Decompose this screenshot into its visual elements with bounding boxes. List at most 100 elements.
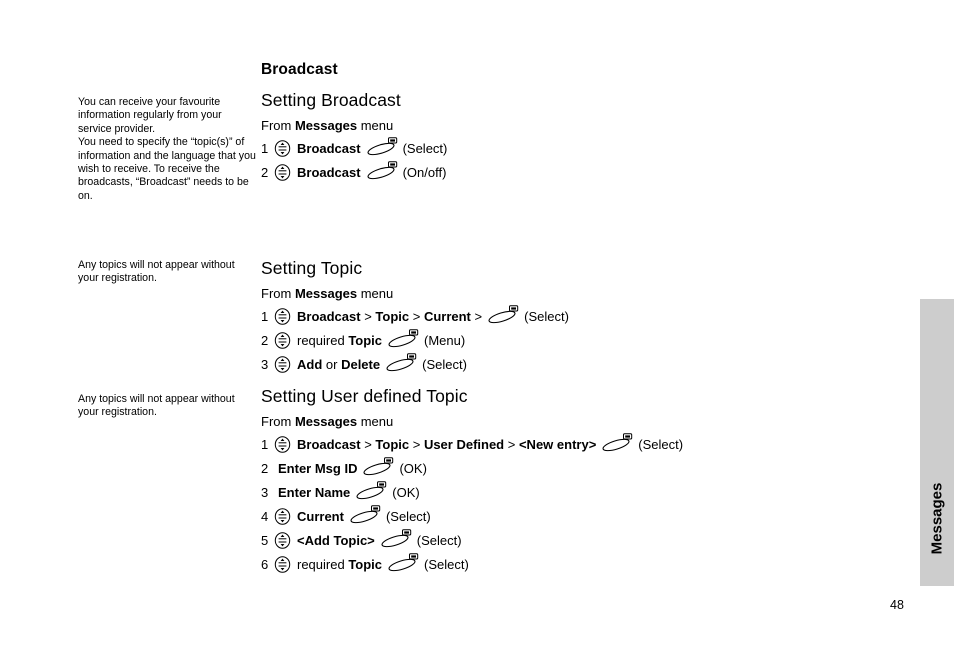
margin-note-paragraph: You can receive your favourite informati… xyxy=(78,96,222,135)
step-number: 1 xyxy=(261,140,269,156)
step-connector: > xyxy=(360,436,376,452)
section-heading: Setting Broadcast xyxy=(261,90,895,111)
menu-item-name: Broadcast xyxy=(297,140,361,156)
step-item: 3 Add or Delete (Select) xyxy=(261,352,901,376)
from-prefix: From xyxy=(261,118,295,133)
menu-item-name: Enter Name xyxy=(278,484,351,500)
soft-key-icon xyxy=(388,552,419,571)
from-suffix: menu xyxy=(357,286,394,301)
chapter-thumb-tab-rotator: Messages xyxy=(920,458,954,578)
step-connector: required xyxy=(297,332,349,348)
from-menu-name: Messages xyxy=(294,118,358,133)
menu-item-name: Topic xyxy=(348,556,383,572)
from-suffix: menu xyxy=(357,414,394,429)
soft-key-icon xyxy=(388,328,419,347)
step-item: 3 Enter Name (OK) xyxy=(261,480,901,504)
step-action-label: (Select) xyxy=(524,308,569,324)
navigation-key-icon xyxy=(274,435,291,453)
section-title: Setting Broadcast xyxy=(261,90,401,110)
from-prefix: From xyxy=(261,414,295,429)
step-label: Broadcast > Topic > User Defined > <New … xyxy=(297,437,596,452)
page-number: 48 xyxy=(890,598,904,612)
from-prefix: From xyxy=(261,286,295,301)
step-list: 1 Broadcast > Topic > Current > (Select) 2 r… xyxy=(261,304,901,376)
step-connector: > xyxy=(409,436,424,452)
soft-key-icon xyxy=(356,480,387,499)
menu-item-name: Enter Msg ID xyxy=(278,460,358,476)
step-label: required Topic xyxy=(297,333,382,348)
step-number: 1 xyxy=(261,436,269,452)
step-action-label: (Select) xyxy=(638,436,684,452)
soft-key-icon xyxy=(367,160,397,179)
step-connector: > xyxy=(409,308,424,324)
step-label: Current xyxy=(297,509,344,524)
dot-leader xyxy=(365,273,895,274)
from-menu-name: Messages xyxy=(294,286,358,301)
page-title: Broadcast xyxy=(261,61,338,78)
soft-key-icon xyxy=(367,136,397,155)
from-menu-name: Messages xyxy=(294,414,358,429)
step-item: 2 Enter Msg ID (OK) xyxy=(261,456,901,480)
menu-item-name: Add xyxy=(297,356,323,372)
step-label: <Add Topic> xyxy=(297,533,375,548)
step-action-label: (Select) xyxy=(422,356,467,372)
soft-key-icon xyxy=(363,456,394,475)
step-connector: or xyxy=(322,356,342,372)
navigation-key-icon xyxy=(274,331,291,349)
navigation-key-icon xyxy=(274,139,291,157)
step-label: Enter Msg ID xyxy=(278,461,357,476)
menu-item-name: <Add Topic> xyxy=(297,532,375,548)
section-title: Setting Topic xyxy=(261,258,363,278)
step-connector: > xyxy=(470,308,483,324)
menu-item-name: Current xyxy=(423,308,471,324)
navigation-key-icon xyxy=(274,355,291,373)
step-action-label: (Select) xyxy=(402,140,448,156)
section: Setting Topic From Messages menu 1 Broadcas… xyxy=(261,258,901,376)
dot-leader xyxy=(404,105,895,106)
step-number: 6 xyxy=(261,556,269,572)
section-heading: Setting User defined Topic xyxy=(261,386,895,407)
step-action-label: (OK) xyxy=(399,460,427,476)
step-item: 2 required Topic (Menu) xyxy=(261,328,901,352)
step-label: Broadcast xyxy=(297,141,361,156)
navigation-key-icon xyxy=(274,307,291,325)
step-label: Broadcast xyxy=(297,165,361,180)
step-action-label: (On/off) xyxy=(402,164,447,180)
margin-note: You can receive your favourite informati… xyxy=(78,96,256,203)
step-action-label: (Select) xyxy=(385,508,431,524)
menu-item-name: User Defined xyxy=(423,436,505,452)
step-action-label: (Menu) xyxy=(424,332,466,348)
menu-item-name: Topic xyxy=(375,436,410,452)
menu-item-name: Current xyxy=(297,508,344,524)
step-list: 1 Broadcast (Select) 2 Broadcast (On/off) xyxy=(261,136,901,184)
step-list: 1 Broadcast > Topic > User Defined > <New… xyxy=(261,432,901,576)
from-suffix: menu xyxy=(357,118,394,133)
step-number: 1 xyxy=(261,308,269,324)
step-label: Enter Name xyxy=(278,485,350,500)
step-number: 2 xyxy=(261,164,269,180)
step-label: Broadcast > Topic > Current > xyxy=(297,309,482,324)
step-number: 2 xyxy=(261,332,269,348)
margin-note: Any topics will not appear without your … xyxy=(78,393,256,420)
step-number: 2 xyxy=(261,460,269,476)
section-title: Setting User defined Topic xyxy=(261,386,468,406)
navigation-key-icon xyxy=(274,507,291,525)
section-heading: Setting Topic xyxy=(261,258,895,279)
menu-item-name: <New entry> xyxy=(518,436,597,452)
step-item: 4 Current (Select) xyxy=(261,504,901,528)
step-number: 3 xyxy=(261,484,269,500)
step-connector: > xyxy=(504,436,519,452)
margin-note: Any topics will not appear without your … xyxy=(78,259,256,286)
step-item: 1 Broadcast > Topic > User Defined > <New… xyxy=(261,432,901,456)
from-menu-line: From Messages menu xyxy=(261,414,901,429)
chapter-thumb-tab: Messages xyxy=(920,299,954,586)
margin-note-paragraph: Any topics will not appear without your … xyxy=(78,259,235,285)
section: Setting User defined Topic From Messages … xyxy=(261,386,901,576)
manual-page: Broadcast You can receive your favourite… xyxy=(0,0,954,647)
step-action-label: (Select) xyxy=(424,556,469,572)
soft-key-icon xyxy=(350,504,381,523)
step-item: 1 Broadcast (Select) xyxy=(261,136,901,160)
step-item: 6 required Topic (Select) xyxy=(261,552,901,576)
step-connector: required xyxy=(297,556,349,572)
menu-item-name: Topic xyxy=(375,308,410,324)
